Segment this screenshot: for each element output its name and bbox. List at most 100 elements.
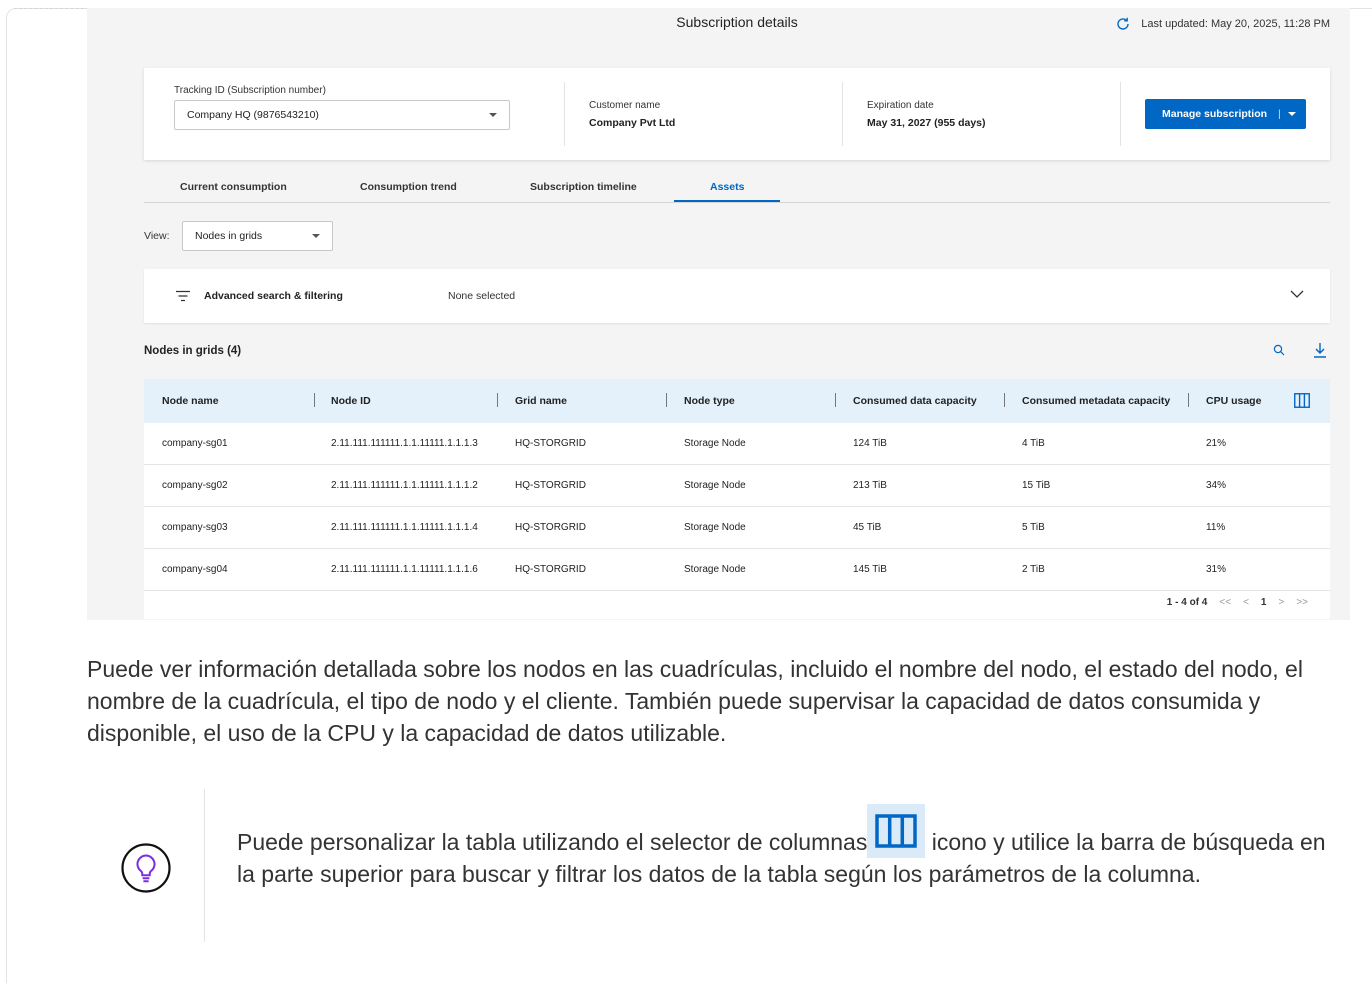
cell-grid-name: HQ-STORGRID <box>515 522 586 533</box>
frame-dash <box>14 8 94 9</box>
tracking-id-select[interactable]: Company HQ (9876543210) <box>174 100 510 130</box>
button-divider: | <box>1278 108 1281 120</box>
view-select-value: Nodes in grids <box>195 230 263 242</box>
last-updated: Last updated: May 20, 2025, 11:28 PM <box>1115 16 1330 32</box>
tab-subscription-timeline[interactable]: Subscription timeline <box>530 181 637 193</box>
filter-selection: None selected <box>448 290 516 302</box>
table-footer: 1 - 4 of 4 << < 1 > >> <box>144 591 1330 619</box>
column-separator[interactable] <box>666 393 667 407</box>
columns-icon[interactable] <box>1294 393 1310 408</box>
manage-subscription-button[interactable]: Manage subscription | <box>1145 99 1306 129</box>
nodes-table: Node name Node ID Grid name Node type Co… <box>144 379 1330 619</box>
cell-node-name: company-sg04 <box>162 564 228 575</box>
download-icon[interactable] <box>1313 342 1327 358</box>
cell-node-type: Storage Node <box>684 564 746 575</box>
column-separator[interactable] <box>1188 393 1189 407</box>
column-separator[interactable] <box>497 393 498 407</box>
advanced-filter-label: Advanced search & filtering <box>204 290 343 302</box>
cell-node-id: 2.11.111.111111.1.1.11111.1.1.1.2 <box>331 480 478 491</box>
chevron-down-icon[interactable] <box>1290 289 1304 299</box>
subscription-card: Tracking ID (Subscription number) Compan… <box>144 68 1330 160</box>
tip-text-before: Puede personalizar la tabla utilizando e… <box>237 829 868 855</box>
cell-consumed-data: 213 TiB <box>853 480 887 491</box>
table-row[interactable]: company-sg04 2.11.111.111111.1.1.11111.1… <box>144 549 1330 591</box>
cell-node-name: company-sg02 <box>162 480 228 491</box>
expiration-date-value: May 31, 2027 (955 days) <box>867 117 986 129</box>
cell-cpu-usage: 21% <box>1206 438 1227 449</box>
title-bar: Subscription details Last updated: May 2… <box>87 8 1350 36</box>
manage-subscription-label: Manage subscription <box>1162 108 1268 120</box>
table-row[interactable]: company-sg01 2.11.111.111111.1.1.11111.1… <box>144 423 1330 465</box>
next-page-button[interactable]: > <box>1278 597 1284 608</box>
table-row[interactable]: company-sg02 2.11.111.111111.1.1.11111.1… <box>144 465 1330 507</box>
column-separator[interactable] <box>314 393 315 407</box>
divider <box>1120 82 1121 146</box>
cell-consumed-metadata: 4 TiB <box>1022 438 1045 449</box>
column-header-node-id[interactable]: Node ID <box>331 395 371 407</box>
columns-icon <box>867 804 926 858</box>
cell-consumed-metadata: 15 TiB <box>1022 480 1051 491</box>
search-icon[interactable] <box>1273 344 1285 356</box>
column-header-node-name[interactable]: Node name <box>162 395 219 407</box>
cell-node-name: company-sg03 <box>162 522 228 533</box>
divider <box>564 82 565 146</box>
table-header: Node name Node ID Grid name Node type Co… <box>144 379 1330 423</box>
tab-assets[interactable]: Assets <box>710 181 744 193</box>
cell-node-type: Storage Node <box>684 522 746 533</box>
cell-cpu-usage: 11% <box>1206 522 1226 533</box>
advanced-filter-bar[interactable]: Advanced search & filtering None selecte… <box>144 269 1330 323</box>
cell-node-id: 2.11.111.111111.1.1.11111.1.1.1.3 <box>331 438 478 449</box>
cell-grid-name: HQ-STORGRID <box>515 438 586 449</box>
column-header-grid-name[interactable]: Grid name <box>515 395 567 407</box>
cell-node-type: Storage Node <box>684 438 746 449</box>
column-header-consumed-metadata[interactable]: Consumed metadata capacity <box>1022 395 1170 407</box>
view-select[interactable]: Nodes in grids <box>182 221 333 251</box>
tracking-id-value: Company HQ (9876543210) <box>187 109 319 121</box>
column-header-cpu-usage[interactable]: CPU usage <box>1206 395 1261 407</box>
cell-consumed-data: 45 TiB <box>853 522 882 533</box>
expiration-date-label: Expiration date <box>867 100 934 111</box>
previous-page-button[interactable]: < <box>1243 597 1249 608</box>
customer-info: Customer name Company Pvt Ltd <box>589 100 675 129</box>
customer-name-value: Company Pvt Ltd <box>589 117 676 129</box>
view-label: View: <box>144 230 170 242</box>
active-tab-indicator <box>674 200 780 202</box>
chevron-down-icon <box>312 234 320 238</box>
column-separator[interactable] <box>835 393 836 407</box>
tab-consumption-trend[interactable]: Consumption trend <box>360 181 457 193</box>
cell-grid-name: HQ-STORGRID <box>515 564 586 575</box>
description-paragraph: Puede ver información detallada sobre lo… <box>87 656 1303 746</box>
table-row[interactable]: company-sg03 2.11.111.111111.1.1.11111.1… <box>144 507 1330 549</box>
cell-cpu-usage: 34% <box>1206 480 1227 491</box>
expiration-info: Expiration date May 31, 2027 (955 days) <box>867 100 986 129</box>
chevron-down-icon <box>489 113 497 117</box>
cell-consumed-data: 124 TiB <box>853 438 887 449</box>
filter-icon <box>176 290 190 302</box>
current-page[interactable]: 1 <box>1261 597 1267 608</box>
cell-cpu-usage: 31% <box>1206 564 1227 575</box>
refresh-icon[interactable] <box>1115 16 1131 32</box>
cell-node-id: 2.11.111.111111.1.1.11111.1.1.1.6 <box>331 564 478 575</box>
cell-grid-name: HQ-STORGRID <box>515 480 586 491</box>
divider <box>842 82 843 146</box>
column-separator[interactable] <box>1004 393 1005 407</box>
cell-consumed-metadata: 2 TiB <box>1022 564 1045 575</box>
pagination: 1 - 4 of 4 << < 1 > >> <box>1167 597 1308 608</box>
cell-consumed-data: 145 TiB <box>853 564 887 575</box>
tracking-id-label: Tracking ID (Subscription number) <box>174 85 326 96</box>
pagination-range: 1 - 4 of 4 <box>1166 597 1208 608</box>
last-updated-text: Last updated: May 20, 2025, 11:28 PM <box>1141 18 1330 30</box>
column-header-consumed-data[interactable]: Consumed data capacity <box>853 395 977 407</box>
column-header-node-type[interactable]: Node type <box>684 395 735 407</box>
cell-node-type: Storage Node <box>684 480 746 491</box>
tip-text: Puede personalizar la tabla utilizando e… <box>237 804 1347 890</box>
cell-node-name: company-sg01 <box>162 438 228 449</box>
screenshot-panel: Subscription details Last updated: May 2… <box>87 8 1350 620</box>
first-page-button[interactable]: << <box>1219 597 1231 608</box>
lightbulb-icon <box>121 843 171 893</box>
tab-current-consumption[interactable]: Current consumption <box>180 181 287 193</box>
customer-name-label: Customer name <box>589 100 661 111</box>
last-page-button[interactable]: >> <box>1296 597 1308 608</box>
cell-node-id: 2.11.111.111111.1.1.11111.1.1.1.4 <box>331 522 478 533</box>
chevron-down-icon[interactable] <box>1287 112 1296 116</box>
